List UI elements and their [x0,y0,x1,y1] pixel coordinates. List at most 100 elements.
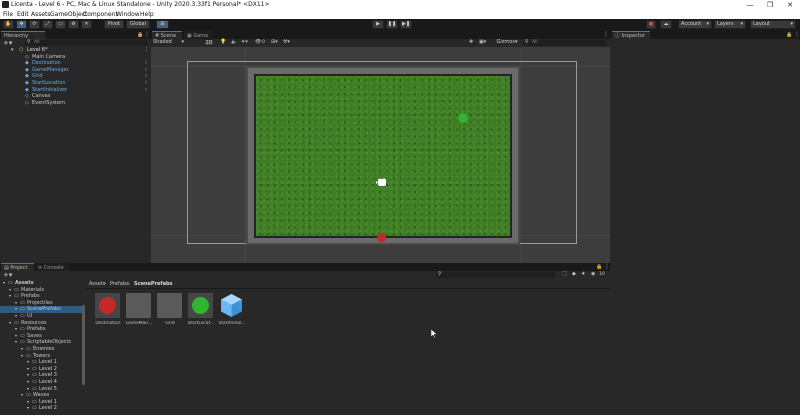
create-asset-button[interactable]: +▾ [3,271,12,279]
effects-icon[interactable]: ✦▾ [241,39,248,45]
lock-icon[interactable]: 🔒 [786,32,792,38]
project-folder-item[interactable]: ▾ ▭ Towers [0,353,82,360]
project-folder-item[interactable]: ▾ ▭ Waves [0,392,82,399]
gizmos-dropdown[interactable]: Gizmos▾ [493,39,521,46]
lock-icon[interactable]: 🔒 [137,32,143,38]
move-tool-icon[interactable]: ✥ [16,20,27,29]
hierarchy-item[interactable]: ◇ EventSystem [0,100,151,107]
tab-console[interactable]: ≡ Console [35,263,69,271]
project-folder-item[interactable]: ▾ ▭ Level 4 [0,379,82,386]
expand-arrow-icon[interactable]: ▾ [15,339,17,346]
grid-toggle-icon[interactable]: ⊞▾ [271,39,278,45]
project-search-input[interactable]: ⚲ [436,271,556,278]
expand-arrow-icon[interactable]: ▾ [27,366,29,373]
chevron-right-icon[interactable]: › [145,87,147,94]
project-folder-item[interactable]: ▾ ▭ Enemies [0,346,82,353]
hierarchy-item[interactable]: ◆ Destination › [0,60,151,67]
more-options-icon[interactable]: ⋮ [603,31,609,38]
chevron-right-icon[interactable]: › [145,67,147,74]
expand-arrow-icon[interactable]: ▾ [27,372,29,379]
tools-overlay-icon[interactable]: ⚒▾ [283,39,290,45]
hierarchy-item[interactable]: ◇ Canvas [0,93,151,100]
tab-inspector[interactable]: ⓘ Inspector [612,31,650,39]
asset-item-grid[interactable]: Grid [154,293,186,329]
audio-icon[interactable]: 🔈 [231,39,237,45]
add-object-button[interactable]: +▾ [3,39,12,47]
tab-project[interactable]: ▤ Project [1,263,34,271]
project-folder-item[interactable]: ▾ ▭ Level 3 [0,372,82,379]
project-folder-item[interactable]: ▾ ▭ UI [0,313,82,320]
project-folder-item[interactable]: ▾ ▭ ScenePrefabs [0,306,82,313]
tab-hierarchy[interactable]: Hierarchy [1,31,45,39]
account-dropdown[interactable]: Account ▾ [678,20,712,29]
project-folder-item[interactable]: ▾ ▭ Level 5 [0,386,82,393]
search-by-type-icon[interactable]: ⛶ [563,271,567,277]
expand-arrow-icon[interactable]: ▾ [27,405,29,412]
project-folder-item[interactable]: ▾ ▭ Level 1 [0,359,82,366]
camera-icon[interactable]: ▣▾ [479,39,486,45]
play-button-icon[interactable]: ▶ [372,20,384,29]
hierarchy-item[interactable]: ◆ StartInitializer › [0,87,151,94]
menu-component[interactable]: Component [83,11,118,18]
rect-tool-icon[interactable]: ▭ [55,20,66,29]
more-options-icon[interactable]: ⋮ [604,263,610,270]
global-toggle[interactable]: Global [126,20,150,29]
pivot-toggle[interactable]: Pivot [104,20,124,29]
chevron-right-icon[interactable]: › [145,60,147,67]
expand-arrow-icon[interactable]: ▾ [27,399,29,406]
menu-file[interactable]: File [3,11,13,18]
expand-arrow-icon[interactable]: ▾ [9,320,11,327]
favorites-icon[interactable]: ★ [581,271,585,277]
hierarchy-search-input[interactable]: ⚲ All [24,39,148,46]
2d-mode-toggle[interactable]: 2D [204,39,214,46]
scene-row[interactable]: ▾ ⬡ Level 6* ⋮ [0,47,151,54]
project-folder-item[interactable]: ▾ ▭ Level 2 [0,366,82,373]
menu-window[interactable]: Window [116,11,140,18]
collab-icon[interactable]: ● [646,20,656,29]
breadcrumb-prefabs[interactable]: Prefabs [110,281,129,287]
project-folder-item[interactable]: ▾ ▭ Projectiles [0,300,82,307]
pause-button-icon[interactable]: ❚❚ [386,20,398,29]
cloud-icon[interactable]: ☁ [660,20,672,29]
custom-tool-icon[interactable]: ✕ [81,20,92,29]
asset-item-destination[interactable]: Destination [92,293,124,329]
project-folder-item[interactable]: ▾ ▭ Prefabs [0,293,82,300]
more-options-icon[interactable]: ⋮ [144,47,149,54]
expand-arrow-icon[interactable]: ▾ [27,379,29,386]
expand-arrow-icon[interactable]: ▾ [15,313,17,320]
project-folder-item[interactable]: ▾ ▭ Assets [0,280,82,287]
project-folder-item[interactable]: ▾ ▭ Materials [0,287,82,294]
hidden-objects-icon[interactable]: 👁 [255,39,261,45]
chevron-right-icon[interactable]: › [145,73,147,80]
tab-scene[interactable]: # Scene [152,31,182,39]
destination-marker[interactable] [377,233,386,242]
menu-assets[interactable]: Assets [31,11,51,18]
more-options-icon[interactable]: ⋮ [144,31,150,38]
expand-arrow-icon[interactable]: ▾ [27,359,29,366]
asset-item-startlocation[interactable]: StartLocat... [185,293,217,329]
transform-tool-icon[interactable]: ⊕ [68,20,79,29]
asset-item-gamemanager[interactable]: GameMan... [123,293,155,329]
expand-arrow-icon[interactable]: ▾ [21,346,23,353]
breadcrumb-sceneprefabs[interactable]: ScenePrefabs [134,281,173,287]
more-options-icon[interactable]: ⋮ [794,31,800,38]
layout-dropdown[interactable]: Layout ▾ [750,20,796,29]
layers-dropdown[interactable]: Layers ▾ [714,20,746,29]
tab-game[interactable]: ▣ Game [184,31,212,39]
menu-gameobject[interactable]: GameObject [50,11,87,18]
hierarchy-item[interactable]: ◇ Main Camera [0,54,151,61]
lighting-icon[interactable]: 💡 [220,39,226,45]
asset-item-startinitializer[interactable]: StartInitial... [216,293,248,329]
project-folder-item[interactable]: ▾ ▭ Saves [0,333,82,340]
breadcrumb-assets[interactable]: Assets [89,281,105,287]
grid-snap-icon[interactable]: ⊞ [156,20,169,29]
lock-icon[interactable]: 🔒 [596,264,602,270]
scene-viewport[interactable] [151,47,610,263]
expand-arrow-icon[interactable]: ▾ [9,293,11,300]
project-folder-item[interactable]: ▾ ▭ ScriptableObjects [0,339,82,346]
expand-arrow-icon[interactable]: ▾ [15,300,17,307]
camera-gizmo-icon[interactable] [376,178,388,187]
hand-tool-icon[interactable]: ✋ [3,20,14,29]
shading-mode-dropdown[interactable]: Shaded ▾ [152,39,184,46]
scale-tool-icon[interactable]: ⤢ [42,20,53,29]
